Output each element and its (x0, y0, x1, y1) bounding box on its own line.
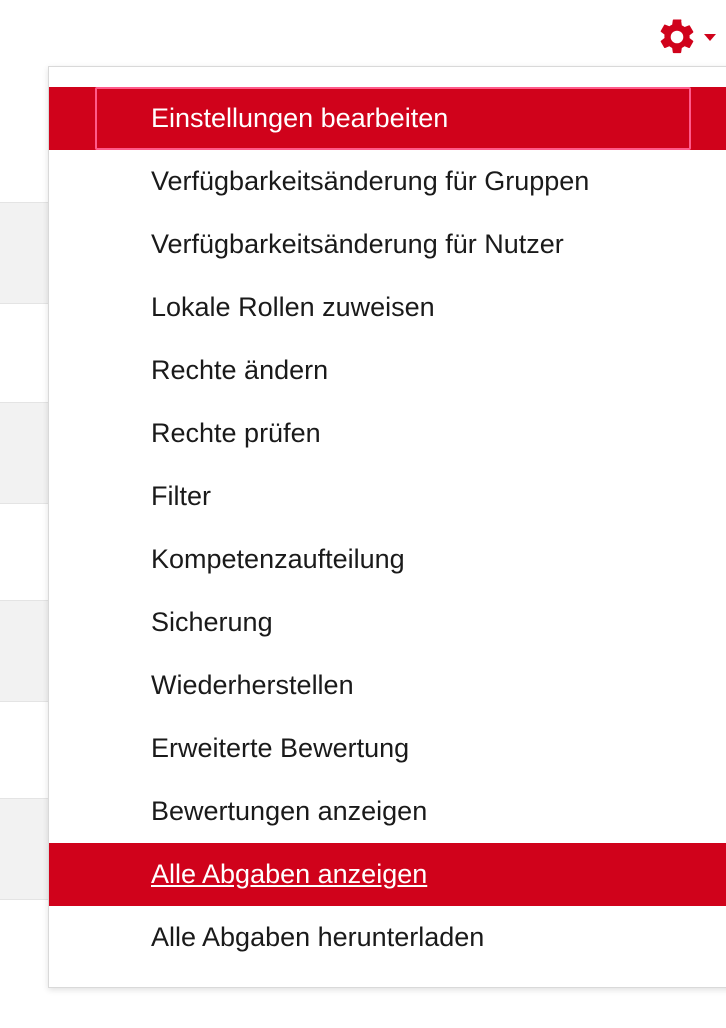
menu-item-verfuegbarkeit-gruppen[interactable]: Verfügbarkeitsänderung für Gruppen (49, 150, 726, 213)
menu-item-sicherung[interactable]: Sicherung (49, 591, 726, 654)
menu-item-rechte-aendern[interactable]: Rechte ändern (49, 339, 726, 402)
menu-item-label: Lokale Rollen zuweisen (151, 292, 435, 322)
menu-item-label: Bewertungen anzeigen (151, 796, 428, 826)
menu-item-label: Kompetenzaufteilung (151, 544, 405, 574)
menu-item-erweiterte-bewertung[interactable]: Erweiterte Bewertung (49, 717, 726, 780)
menu-item-label: Verfügbarkeitsänderung für Gruppen (151, 166, 590, 196)
menu-item-alle-abgaben-anzeigen[interactable]: Alle Abgaben anzeigen (49, 843, 726, 906)
menu-item-bewertungen-anzeigen[interactable]: Bewertungen anzeigen (49, 780, 726, 843)
menu-item-label: Alle Abgaben anzeigen (151, 859, 428, 889)
menu-item-label: Erweiterte Bewertung (151, 733, 410, 763)
menu-item-lokale-rollen[interactable]: Lokale Rollen zuweisen (49, 276, 726, 339)
menu-item-verfuegbarkeit-nutzer[interactable]: Verfügbarkeitsänderung für Nutzer (49, 213, 726, 276)
menu-item-label: Sicherung (151, 607, 273, 637)
menu-item-filter[interactable]: Filter (49, 465, 726, 528)
menu-item-kompetenzaufteilung[interactable]: Kompetenzaufteilung (49, 528, 726, 591)
menu-item-label: Filter (151, 481, 211, 511)
menu-item-label: Rechte ändern (151, 355, 329, 385)
page: Einstellungen bearbeiten Verfügbarkeitsä… (0, 0, 726, 1028)
settings-dropdown-menu: Einstellungen bearbeiten Verfügbarkeitsä… (48, 66, 726, 988)
chevron-down-icon (704, 33, 716, 41)
menu-item-label: Alle Abgaben herunterladen (151, 922, 485, 952)
gear-icon (656, 16, 698, 58)
menu-item-alle-abgaben-herunterladen[interactable]: Alle Abgaben herunterladen (49, 906, 726, 969)
menu-item-rechte-pruefen[interactable]: Rechte prüfen (49, 402, 726, 465)
menu-item-label: Rechte prüfen (151, 418, 321, 448)
settings-menu-trigger[interactable] (656, 12, 726, 62)
menu-item-label: Einstellungen bearbeiten (151, 103, 449, 133)
menu-item-label: Verfügbarkeitsänderung für Nutzer (151, 229, 564, 259)
menu-item-einstellungen-bearbeiten[interactable]: Einstellungen bearbeiten (49, 87, 726, 150)
menu-item-label: Wiederherstellen (151, 670, 354, 700)
menu-item-wiederherstellen[interactable]: Wiederherstellen (49, 654, 726, 717)
